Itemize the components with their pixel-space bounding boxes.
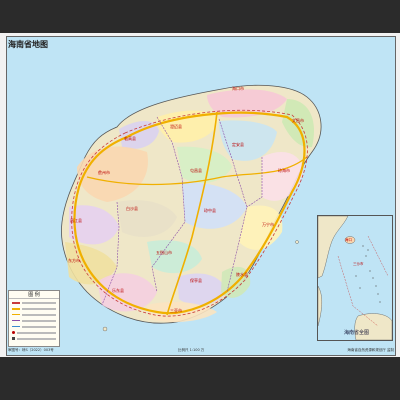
city-label: 乐东县 (112, 288, 124, 293)
legend-row (12, 336, 56, 341)
inset-city-label: 海口 (345, 238, 352, 242)
footer-scale: 比例尺 1:100 万 (178, 348, 205, 352)
city-label: 定安县 (232, 142, 244, 147)
legend-symbol (12, 320, 20, 321)
legend-symbol (12, 301, 20, 304)
footer-approval: 审图号：琼S（2022）003号 (8, 348, 54, 352)
city-label: 保亭县 (190, 278, 202, 283)
legend-row (12, 312, 56, 317)
legend-symbol (12, 326, 20, 327)
city-label: 临高县 (124, 136, 136, 141)
city-label: 陵水县 (236, 272, 248, 277)
map-legend: 图 例 (8, 290, 60, 347)
city-label: 白沙县 (126, 206, 138, 211)
map-footer: 审图号：琼S（2022）003号 比例尺 1:100 万 海南省自然资源和规划厅… (8, 347, 394, 355)
city-label: 昌江县 (70, 218, 82, 223)
footer-publisher: 海南省自然资源和规划厅 监制 (347, 348, 394, 352)
city-label: 琼中县 (204, 208, 216, 213)
city-label: 五指山市 (156, 250, 172, 255)
legend-row (12, 300, 56, 305)
inset-svg (318, 216, 392, 340)
legend-title: 图 例 (9, 291, 59, 299)
city-label: 琼海市 (278, 168, 290, 173)
city-label: 万宁市 (262, 222, 274, 227)
legend-symbol (12, 314, 20, 315)
legend-symbol (12, 331, 15, 334)
map-title: 海南省地图 (8, 39, 48, 49)
city-label: 三亚市 (170, 308, 182, 313)
legend-symbol (12, 337, 15, 340)
city-label: 屯昌县 (190, 168, 202, 173)
legend-row (12, 324, 56, 329)
inset-city-label: 三沙市 (353, 262, 364, 266)
legend-row (12, 330, 56, 335)
legend-row (12, 318, 56, 323)
legend-symbol (12, 307, 20, 310)
county-qionghai (262, 152, 303, 201)
south-china-sea-inset[interactable] (317, 215, 393, 341)
inset-title: 海南省全图 (344, 330, 370, 336)
legend-row (12, 306, 56, 311)
city-label: 东方市 (68, 258, 80, 263)
city-label: 儋州市 (98, 170, 110, 175)
city-label: 澄迈县 (170, 124, 182, 129)
city-label: 文昌市 (292, 118, 304, 123)
city-label: 海口市 (232, 86, 244, 91)
